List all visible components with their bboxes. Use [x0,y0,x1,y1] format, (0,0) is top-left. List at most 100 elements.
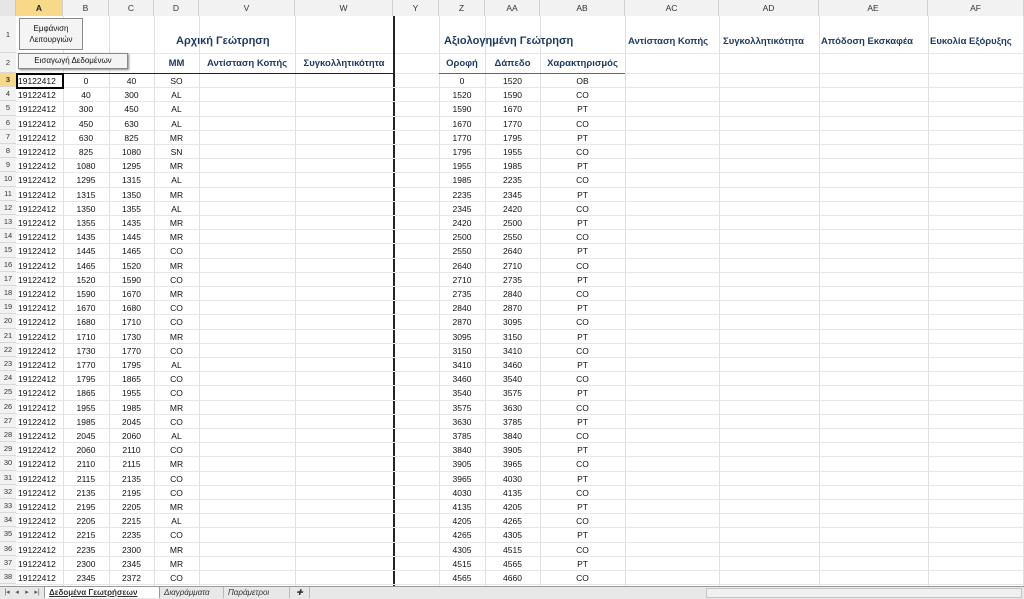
cell-ab-22[interactable]: CO [540,344,625,358]
cell-aa-22[interactable]: 3410 [485,344,540,358]
cell-aa-27[interactable]: 3785 [485,415,540,429]
row-header-3[interactable]: 3 [0,73,16,88]
column-header-ab[interactable]: AB [540,0,625,16]
prev-sheet-icon[interactable]: ◂ [12,587,22,599]
cell-a-24[interactable]: 19122412 [16,372,63,386]
cell-c-9[interactable]: 1295 [109,159,154,173]
cell-ab-11[interactable]: PT [540,188,625,202]
cell-b-9[interactable]: 1080 [63,159,109,173]
row-header-11[interactable]: 11 [0,187,16,201]
cell-z-32[interactable]: 4030 [439,486,485,500]
cell-a-17[interactable]: 19122412 [16,273,63,287]
cell-b-26[interactable]: 1955 [63,401,109,415]
cell-d-21[interactable]: MR [154,330,199,344]
cell-a-27[interactable]: 19122412 [16,415,63,429]
cell-z-37[interactable]: 4515 [439,557,485,571]
cell-aa-24[interactable]: 3540 [485,372,540,386]
cell-c-14[interactable]: 1445 [109,230,154,244]
cell-d-32[interactable]: CO [154,486,199,500]
column-header-y[interactable]: Y [393,0,439,16]
cell-z-23[interactable]: 3410 [439,358,485,372]
cell-c-15[interactable]: 1465 [109,244,154,258]
cell-b-19[interactable]: 1670 [63,301,109,315]
cell-b-24[interactable]: 1795 [63,372,109,386]
cell-z-35[interactable]: 4265 [439,528,485,542]
cell-ab-37[interactable]: PT [540,557,625,571]
cell-z-14[interactable]: 2500 [439,230,485,244]
cell-c-25[interactable]: 1955 [109,386,154,400]
cell-c-29[interactable]: 2110 [109,443,154,457]
cell-aa-8[interactable]: 1955 [485,145,540,159]
cell-b-7[interactable]: 630 [63,131,109,145]
cell-d-13[interactable]: MR [154,216,199,230]
cell-a-22[interactable]: 19122412 [16,344,63,358]
cell-a-23[interactable]: 19122412 [16,358,63,372]
spreadsheet-grid[interactable]: Εμφάνιση Λειτουργιών Εισαγωγή Δεδομένων … [16,16,1024,586]
row-header-4[interactable]: 4 [0,87,16,102]
column-header-d[interactable]: D [154,0,199,16]
cell-aa-18[interactable]: 2840 [485,287,540,301]
cell-aa-37[interactable]: 4565 [485,557,540,571]
cell-c-33[interactable]: 2205 [109,500,154,514]
cell-a-31[interactable]: 19122412 [16,472,63,486]
cell-ab-13[interactable]: PT [540,216,625,230]
cell-b-13[interactable]: 1355 [63,216,109,230]
cell-aa-25[interactable]: 3575 [485,386,540,400]
cell-b-12[interactable]: 1350 [63,202,109,216]
cell-ab-4[interactable]: CO [540,88,625,102]
cell-d-25[interactable]: CO [154,386,199,400]
cell-z-16[interactable]: 2640 [439,259,485,273]
cell-ab-34[interactable]: CO [540,514,625,528]
cell-a-33[interactable]: 19122412 [16,500,63,514]
cell-d-3[interactable]: SO [154,74,199,88]
cell-aa-21[interactable]: 3150 [485,330,540,344]
cell-aa-9[interactable]: 1985 [485,159,540,173]
cell-b-3[interactable]: 0 [63,74,109,88]
cell-c-35[interactable]: 2235 [109,528,154,542]
column-header-c[interactable]: C [109,0,154,16]
cell-b-5[interactable]: 300 [63,102,109,116]
cell-aa-7[interactable]: 1795 [485,131,540,145]
cell-c-6[interactable]: 630 [109,117,154,131]
cell-z-24[interactable]: 3460 [439,372,485,386]
cell-b-32[interactable]: 2135 [63,486,109,500]
row-header-34[interactable]: 34 [0,513,16,528]
first-sheet-icon[interactable]: |◂ [2,587,12,599]
cell-a-9[interactable]: 19122412 [16,159,63,173]
cell-aa-32[interactable]: 4135 [485,486,540,500]
cell-ab-29[interactable]: PT [540,443,625,457]
cell-c-21[interactable]: 1730 [109,330,154,344]
cell-d-36[interactable]: MR [154,543,199,557]
cell-d-37[interactable]: MR [154,557,199,571]
cell-aa-34[interactable]: 4265 [485,514,540,528]
cell-a-7[interactable]: 19122412 [16,131,63,145]
cell-z-17[interactable]: 2710 [439,273,485,287]
row-header-14[interactable]: 14 [0,229,16,244]
cell-b-21[interactable]: 1710 [63,330,109,344]
cell-ab-17[interactable]: PT [540,273,625,287]
cell-c-12[interactable]: 1355 [109,202,154,216]
cell-d-18[interactable]: MR [154,287,199,301]
cell-d-7[interactable]: MR [154,131,199,145]
cell-b-28[interactable]: 2045 [63,429,109,443]
cell-d-24[interactable]: CO [154,372,199,386]
cell-c-34[interactable]: 2215 [109,514,154,528]
cell-c-5[interactable]: 450 [109,102,154,116]
row-header-31[interactable]: 31 [0,471,16,485]
row-header-9[interactable]: 9 [0,158,16,173]
row-header-37[interactable]: 37 [0,556,16,570]
cell-a-28[interactable]: 19122412 [16,429,63,443]
cell-d-17[interactable]: CO [154,273,199,287]
cell-b-8[interactable]: 825 [63,145,109,159]
cell-ab-15[interactable]: PT [540,244,625,258]
cell-ab-9[interactable]: PT [540,159,625,173]
cell-aa-29[interactable]: 3905 [485,443,540,457]
row-header-35[interactable]: 35 [0,527,16,542]
column-header-af[interactable]: AF [928,0,1024,16]
cell-a-34[interactable]: 19122412 [16,514,63,528]
cell-c-28[interactable]: 2060 [109,429,154,443]
cell-c-36[interactable]: 2300 [109,543,154,557]
cell-z-9[interactable]: 1955 [439,159,485,173]
cell-ab-6[interactable]: CO [540,117,625,131]
cell-c-23[interactable]: 1795 [109,358,154,372]
